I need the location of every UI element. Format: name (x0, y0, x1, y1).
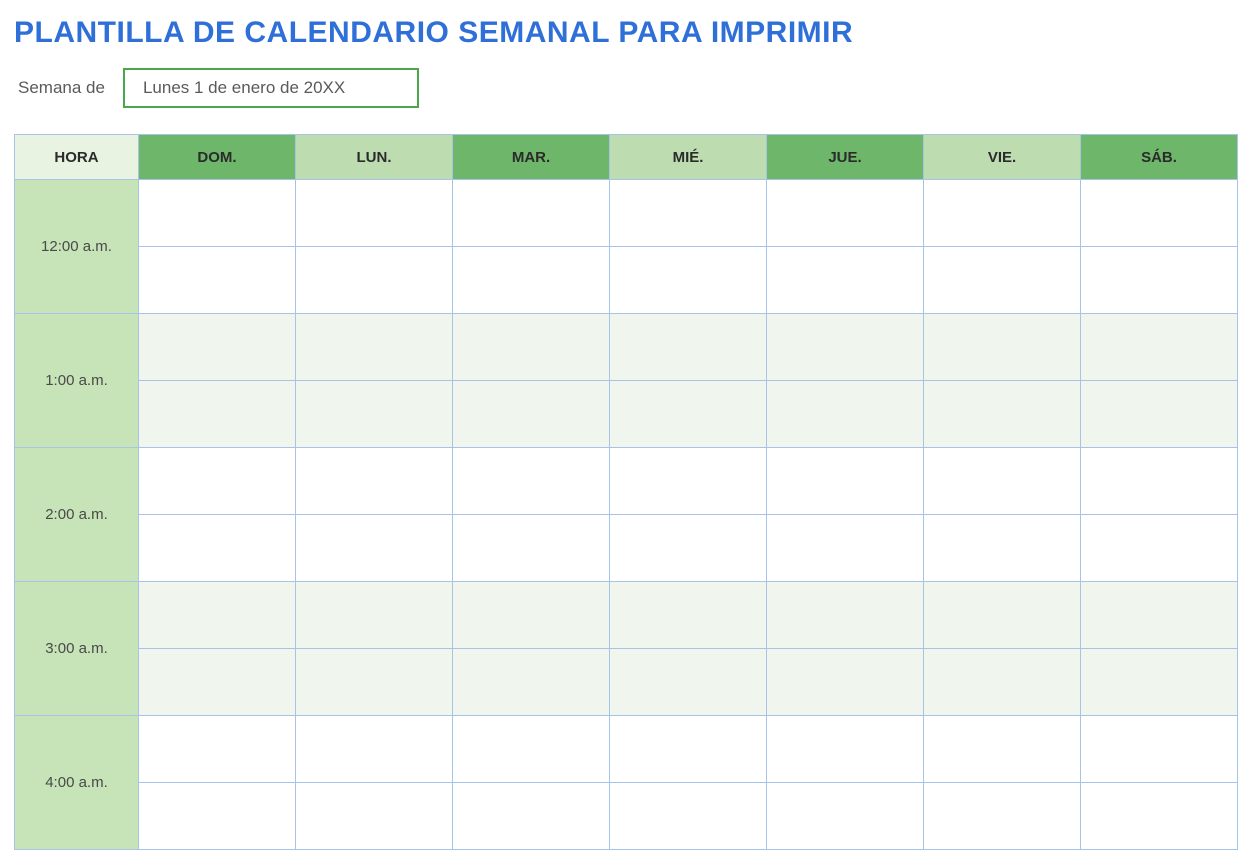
calendar-slot[interactable] (1081, 247, 1238, 314)
calendar-slot[interactable] (453, 716, 610, 783)
header-time: HORA (15, 135, 139, 180)
calendar-slot[interactable] (1081, 649, 1238, 716)
calendar-slot[interactable] (610, 783, 767, 850)
calendar-slot[interactable] (296, 515, 453, 582)
calendar-slot[interactable] (924, 314, 1081, 381)
weekly-calendar-table: HORA DOM. LUN. MAR. MIÉ. JUE. VIE. SÁB. … (14, 134, 1238, 850)
hour-row: 12:00 a.m. (15, 180, 1238, 247)
calendar-slot[interactable] (453, 381, 610, 448)
header-day-dom: DOM. (139, 135, 296, 180)
hour-row: 2:00 a.m. (15, 448, 1238, 515)
week-of-label: Semana de (18, 78, 105, 98)
week-row: Semana de Lunes 1 de enero de 20XX (14, 68, 1238, 108)
calendar-slot[interactable] (453, 515, 610, 582)
calendar-slot[interactable] (610, 180, 767, 247)
calendar-slot[interactable] (139, 314, 296, 381)
calendar-slot[interactable] (767, 582, 924, 649)
calendar-slot[interactable] (139, 649, 296, 716)
calendar-slot[interactable] (767, 716, 924, 783)
calendar-slot[interactable] (924, 716, 1081, 783)
calendar-slot[interactable] (924, 180, 1081, 247)
hour-row: 4:00 a.m. (15, 716, 1238, 783)
hour-row-half (15, 247, 1238, 314)
calendar-slot[interactable] (924, 649, 1081, 716)
calendar-slot[interactable] (610, 448, 767, 515)
header-day-jue: JUE. (767, 135, 924, 180)
calendar-slot[interactable] (767, 783, 924, 850)
calendar-slot[interactable] (767, 247, 924, 314)
calendar-slot[interactable] (1081, 716, 1238, 783)
calendar-slot[interactable] (1081, 783, 1238, 850)
calendar-slot[interactable] (1081, 381, 1238, 448)
header-day-sab: SÁB. (1081, 135, 1238, 180)
calendar-slot[interactable] (767, 448, 924, 515)
time-label: 4:00 a.m. (15, 716, 139, 850)
calendar-slot[interactable] (139, 515, 296, 582)
calendar-slot[interactable] (1081, 314, 1238, 381)
header-day-mie: MIÉ. (610, 135, 767, 180)
calendar-slot[interactable] (610, 381, 767, 448)
calendar-slot[interactable] (610, 314, 767, 381)
calendar-slot[interactable] (296, 381, 453, 448)
header-day-lun: LUN. (296, 135, 453, 180)
calendar-slot[interactable] (139, 247, 296, 314)
time-label: 1:00 a.m. (15, 314, 139, 448)
calendar-slot[interactable] (139, 783, 296, 850)
calendar-slot[interactable] (924, 582, 1081, 649)
calendar-slot[interactable] (1081, 582, 1238, 649)
calendar-slot[interactable] (610, 716, 767, 783)
hour-row: 1:00 a.m. (15, 314, 1238, 381)
header-day-vie: VIE. (924, 135, 1081, 180)
calendar-slot[interactable] (139, 582, 296, 649)
calendar-slot[interactable] (767, 314, 924, 381)
calendar-slot[interactable] (453, 448, 610, 515)
calendar-slot[interactable] (296, 448, 453, 515)
calendar-slot[interactable] (139, 180, 296, 247)
time-label: 3:00 a.m. (15, 582, 139, 716)
calendar-slot[interactable] (453, 180, 610, 247)
calendar-slot[interactable] (924, 515, 1081, 582)
calendar-slot[interactable] (767, 381, 924, 448)
time-label: 2:00 a.m. (15, 448, 139, 582)
week-start-date-field[interactable]: Lunes 1 de enero de 20XX (123, 68, 419, 108)
calendar-slot[interactable] (1081, 448, 1238, 515)
calendar-slot[interactable] (296, 180, 453, 247)
calendar-slot[interactable] (139, 716, 296, 783)
calendar-slot[interactable] (296, 716, 453, 783)
calendar-slot[interactable] (924, 247, 1081, 314)
calendar-slot[interactable] (767, 515, 924, 582)
calendar-slot[interactable] (296, 649, 453, 716)
page-title: PLANTILLA DE CALENDARIO SEMANAL PARA IMP… (14, 16, 1238, 50)
calendar-slot[interactable] (453, 314, 610, 381)
calendar-slot[interactable] (767, 649, 924, 716)
calendar-slot[interactable] (139, 381, 296, 448)
calendar-slot[interactable] (610, 649, 767, 716)
time-label: 12:00 a.m. (15, 180, 139, 314)
calendar-slot[interactable] (453, 783, 610, 850)
calendar-slot[interactable] (296, 582, 453, 649)
calendar-slot[interactable] (1081, 515, 1238, 582)
calendar-slot[interactable] (139, 448, 296, 515)
calendar-slot[interactable] (296, 783, 453, 850)
calendar-slot[interactable] (453, 582, 610, 649)
calendar-slot[interactable] (610, 515, 767, 582)
calendar-slot[interactable] (610, 247, 767, 314)
calendar-slot[interactable] (1081, 180, 1238, 247)
calendar-slot[interactable] (924, 783, 1081, 850)
calendar-slot[interactable] (924, 381, 1081, 448)
calendar-slot[interactable] (453, 649, 610, 716)
calendar-slot[interactable] (296, 314, 453, 381)
hour-row-half (15, 783, 1238, 850)
calendar-slot[interactable] (924, 448, 1081, 515)
calendar-slot[interactable] (453, 247, 610, 314)
header-day-mar: MAR. (453, 135, 610, 180)
calendar-slot[interactable] (610, 582, 767, 649)
calendar-slot[interactable] (296, 247, 453, 314)
hour-row-half (15, 515, 1238, 582)
calendar-header-row: HORA DOM. LUN. MAR. MIÉ. JUE. VIE. SÁB. (15, 135, 1238, 180)
hour-row-half (15, 381, 1238, 448)
hour-row: 3:00 a.m. (15, 582, 1238, 649)
hour-row-half (15, 649, 1238, 716)
calendar-slot[interactable] (767, 180, 924, 247)
